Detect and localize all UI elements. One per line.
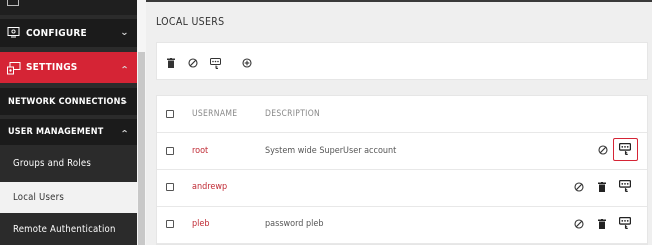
trash-icon[interactable] bbox=[596, 181, 608, 193]
sidebar-item-local-users[interactable]: Local Users bbox=[0, 182, 137, 213]
row-checkbox[interactable] bbox=[166, 147, 174, 155]
sidebar-item-configure[interactable]: CONFIGURE ⌄ bbox=[0, 19, 137, 47]
sidebar-item-label: Local Users bbox=[13, 192, 64, 203]
sidebar-item-groups-and-roles[interactable]: Groups and Roles bbox=[0, 150, 137, 177]
sidebar-item-label: Groups and Roles bbox=[13, 158, 91, 169]
monitor-icon bbox=[7, 0, 19, 6]
table-row: pleb password pleb bbox=[157, 207, 647, 244]
change-password-icon[interactable] bbox=[619, 143, 631, 155]
sidebar-item-user-management[interactable]: USER MANAGEMENT ⌄ bbox=[0, 119, 137, 145]
table-header: USERNAME DESCRIPTION bbox=[157, 96, 647, 133]
users-table: USERNAME DESCRIPTION root System wide Su… bbox=[156, 95, 648, 245]
change-password-icon[interactable] bbox=[209, 57, 221, 69]
column-header-username[interactable]: USERNAME bbox=[192, 109, 237, 119]
chevron-down-icon: ⌄ bbox=[119, 96, 130, 107]
sidebar-item-label: USER MANAGEMENT bbox=[8, 127, 104, 137]
sidebar-item-top-partial[interactable] bbox=[0, 0, 137, 15]
chevron-up-icon: ⌄ bbox=[119, 62, 130, 73]
column-header-description[interactable]: DESCRIPTION bbox=[265, 109, 320, 119]
sidebar-item-remote-authentication[interactable]: Remote Authentication bbox=[0, 217, 137, 242]
table-row: andrewp bbox=[157, 170, 647, 207]
sidebar-item-label: SETTINGS bbox=[26, 62, 78, 73]
disable-icon[interactable] bbox=[597, 144, 609, 156]
username-link[interactable]: pleb bbox=[192, 219, 210, 229]
disable-icon[interactable] bbox=[187, 57, 199, 69]
select-all-checkbox[interactable] bbox=[166, 110, 174, 118]
trash-icon[interactable] bbox=[596, 218, 608, 230]
sidebar-scrollbar-thumb[interactable] bbox=[138, 52, 145, 245]
chevron-up-icon: ⌄ bbox=[119, 127, 130, 137]
disable-icon[interactable] bbox=[573, 218, 585, 230]
table-row: root System wide SuperUser account bbox=[157, 133, 647, 170]
change-password-icon[interactable] bbox=[619, 217, 631, 229]
sidebar-item-network-connections[interactable]: NETWORK CONNECTIONS ⌄ bbox=[0, 88, 137, 115]
row-checkbox[interactable] bbox=[166, 183, 174, 191]
chevron-down-icon: ⌄ bbox=[119, 28, 130, 38]
username-link[interactable]: andrewp bbox=[192, 182, 227, 192]
sidebar-item-label: Remote Authentication bbox=[13, 224, 116, 235]
user-description: password pleb bbox=[265, 219, 324, 229]
sidebar-item-label: NETWORK CONNECTIONS bbox=[8, 96, 127, 107]
row-checkbox[interactable] bbox=[166, 220, 174, 228]
disable-icon[interactable] bbox=[573, 181, 585, 193]
username-link[interactable]: root bbox=[192, 146, 208, 156]
change-password-icon[interactable] bbox=[619, 180, 631, 192]
add-icon[interactable] bbox=[241, 57, 253, 69]
user-description: System wide SuperUser account bbox=[265, 146, 397, 156]
trash-icon[interactable] bbox=[165, 57, 177, 69]
configure-icon bbox=[7, 27, 20, 39]
top-strip bbox=[146, 0, 652, 2]
bulk-actions-toolbar bbox=[156, 42, 648, 80]
page-title: LOCAL USERS bbox=[156, 16, 225, 28]
settings-icon bbox=[7, 61, 21, 74]
sidebar-item-settings[interactable]: SETTINGS ⌄ bbox=[0, 52, 137, 83]
sidebar-item-label: CONFIGURE bbox=[26, 27, 87, 39]
